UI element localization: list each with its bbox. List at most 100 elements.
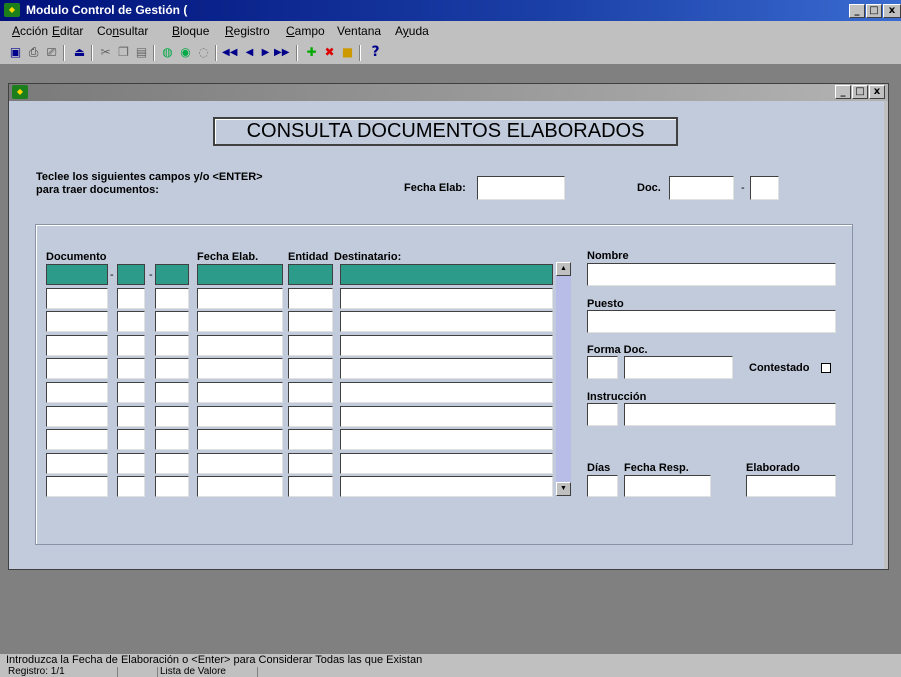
doc-number-input[interactable] [669, 176, 734, 200]
form-close-button[interactable]: x [869, 85, 885, 99]
table-cell-r4-c1[interactable] [46, 335, 108, 356]
table-cell-r2-c1[interactable] [46, 288, 108, 309]
table-cell-r7-c4[interactable] [197, 406, 283, 427]
forma-doc-code-input[interactable] [587, 356, 618, 379]
table-cell-r7-c5[interactable] [288, 406, 333, 427]
contestado-checkbox[interactable] [821, 363, 831, 373]
menu-bloque[interactable]: Bloque [172, 24, 209, 38]
insert-record-icon[interactable]: ✚ [304, 45, 319, 60]
fecha-resp-input[interactable] [624, 475, 711, 497]
table-cell-r2-c6[interactable] [340, 288, 553, 309]
table-cell-r9-c2[interactable] [117, 453, 145, 474]
help-icon[interactable]: ? [368, 45, 383, 60]
table-cell-r6-c4[interactable] [197, 382, 283, 403]
cancel-query-icon[interactable]: ◌ [196, 45, 211, 60]
enter-query-icon[interactable]: ◍ [160, 45, 175, 60]
table-cell-r9-c6[interactable] [340, 453, 553, 474]
next-record-icon[interactable]: ▶ [258, 45, 273, 60]
table-cell-r9-c3[interactable] [155, 453, 189, 474]
table-cell-r10-c2[interactable] [117, 476, 145, 497]
print-icon[interactable]: ⎙ [26, 45, 41, 60]
table-cell-r3-c6[interactable] [340, 311, 553, 332]
table-cell-r8-c4[interactable] [197, 429, 283, 450]
copy-icon[interactable]: ❐ [116, 45, 131, 60]
menu-consultar[interactable]: Consultar [97, 24, 148, 38]
table-cell-r3-c3[interactable] [155, 311, 189, 332]
execute-query-icon[interactable]: ◉ [178, 45, 193, 60]
menu-accion[interactable]: Acción [12, 24, 48, 38]
table-cell-r9-c1[interactable] [46, 453, 108, 474]
table-cell-r5-c4[interactable] [197, 358, 283, 379]
table-cell-r8-c1[interactable] [46, 429, 108, 450]
table-cell-r6-c3[interactable] [155, 382, 189, 403]
table-cell-r1-c6[interactable] [340, 264, 553, 285]
table-cell-r4-c6[interactable] [340, 335, 553, 356]
table-cell-r4-c3[interactable] [155, 335, 189, 356]
table-cell-r8-c5[interactable] [288, 429, 333, 450]
table-cell-r6-c1[interactable] [46, 382, 108, 403]
paste-icon[interactable]: ▤ [134, 45, 149, 60]
table-cell-r10-c1[interactable] [46, 476, 108, 497]
scroll-down-button[interactable]: ▼ [556, 482, 571, 496]
table-cell-r1-c4[interactable] [197, 264, 283, 285]
table-cell-r1-c3[interactable] [155, 264, 189, 285]
cut-icon[interactable]: ✂ [98, 45, 113, 60]
table-cell-r9-c4[interactable] [197, 453, 283, 474]
table-cell-r5-c3[interactable] [155, 358, 189, 379]
menu-editar[interactable]: Editar [52, 24, 83, 38]
table-cell-r5-c6[interactable] [340, 358, 553, 379]
table-cell-r2-c3[interactable] [155, 288, 189, 309]
restore-button[interactable]: □ [866, 4, 882, 18]
minimize-button[interactable]: _ [849, 4, 865, 18]
table-cell-r7-c3[interactable] [155, 406, 189, 427]
close-button[interactable]: x [883, 4, 901, 18]
table-cell-r4-c5[interactable] [288, 335, 333, 356]
forma-doc-description-input[interactable] [624, 356, 733, 379]
table-cell-r5-c2[interactable] [117, 358, 145, 379]
form-minimize-button[interactable]: _ [835, 85, 851, 99]
delete-record-icon[interactable]: ✖ [322, 45, 337, 60]
last-record-icon[interactable]: ▶▶ [274, 45, 289, 60]
table-cell-r7-c1[interactable] [46, 406, 108, 427]
table-cell-r3-c5[interactable] [288, 311, 333, 332]
menu-ventana[interactable]: Ventana [337, 24, 381, 38]
nombre-input[interactable] [587, 263, 836, 286]
table-cell-r7-c6[interactable] [340, 406, 553, 427]
form-maximize-button[interactable]: □ [852, 85, 868, 99]
table-cell-r4-c4[interactable] [197, 335, 283, 356]
table-cell-r10-c5[interactable] [288, 476, 333, 497]
table-cell-r2-c2[interactable] [117, 288, 145, 309]
table-cell-r8-c6[interactable] [340, 429, 553, 450]
table-cell-r7-c2[interactable] [117, 406, 145, 427]
table-cell-r3-c4[interactable] [197, 311, 283, 332]
table-cell-r2-c4[interactable] [197, 288, 283, 309]
table-cell-r6-c5[interactable] [288, 382, 333, 403]
instruccion-description-input[interactable] [624, 403, 836, 426]
table-cell-r8-c2[interactable] [117, 429, 145, 450]
table-cell-r5-c5[interactable] [288, 358, 333, 379]
scroll-up-button[interactable]: ▲ [556, 262, 571, 276]
table-cell-r2-c5[interactable] [288, 288, 333, 309]
menu-campo[interactable]: Campo [286, 24, 325, 38]
table-cell-r5-c1[interactable] [46, 358, 108, 379]
table-cell-r6-c6[interactable] [340, 382, 553, 403]
table-cell-r10-c4[interactable] [197, 476, 283, 497]
previous-record-icon[interactable]: ◀ [242, 45, 257, 60]
puesto-input[interactable] [587, 310, 836, 333]
table-cell-r8-c3[interactable] [155, 429, 189, 450]
first-record-icon[interactable]: ◀◀ [222, 45, 237, 60]
table-cell-r9-c5[interactable] [288, 453, 333, 474]
table-cell-r1-c1[interactable] [46, 264, 108, 285]
table-cell-r6-c2[interactable] [117, 382, 145, 403]
doc-suffix-input[interactable] [750, 176, 779, 200]
table-cell-r3-c2[interactable] [117, 311, 145, 332]
save-icon[interactable]: ▣ [8, 45, 23, 60]
instruccion-code-input[interactable] [587, 403, 618, 426]
table-scrollbar[interactable] [556, 262, 571, 496]
table-cell-r3-c1[interactable] [46, 311, 108, 332]
menu-registro[interactable]: Registro [225, 24, 270, 38]
table-cell-r1-c2[interactable] [117, 264, 145, 285]
print-setup-icon[interactable]: ⎚ [44, 45, 59, 60]
exit-icon[interactable]: ⏏ [72, 45, 87, 60]
dias-input[interactable] [587, 475, 618, 497]
